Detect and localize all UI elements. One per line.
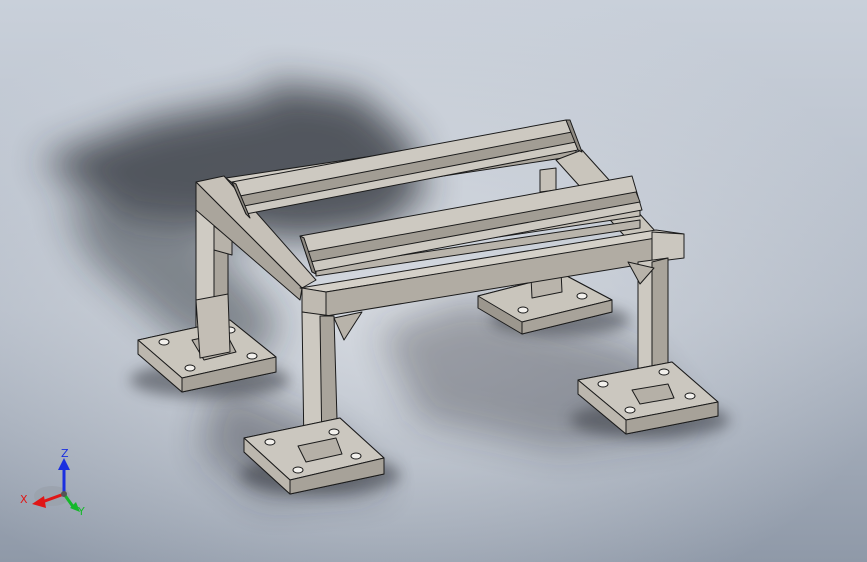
- 3d-viewport[interactable]: Z X Y: [0, 0, 867, 562]
- x-axis-label: X: [20, 493, 28, 506]
- graphics-area[interactable]: Z X Y: [0, 0, 867, 562]
- leg-back-left-lower[interactable]: [195, 293, 231, 359]
- z-axis-label: Z: [61, 447, 69, 460]
- y-axis-label: Y: [77, 505, 85, 518]
- triad-origin: [61, 491, 67, 497]
